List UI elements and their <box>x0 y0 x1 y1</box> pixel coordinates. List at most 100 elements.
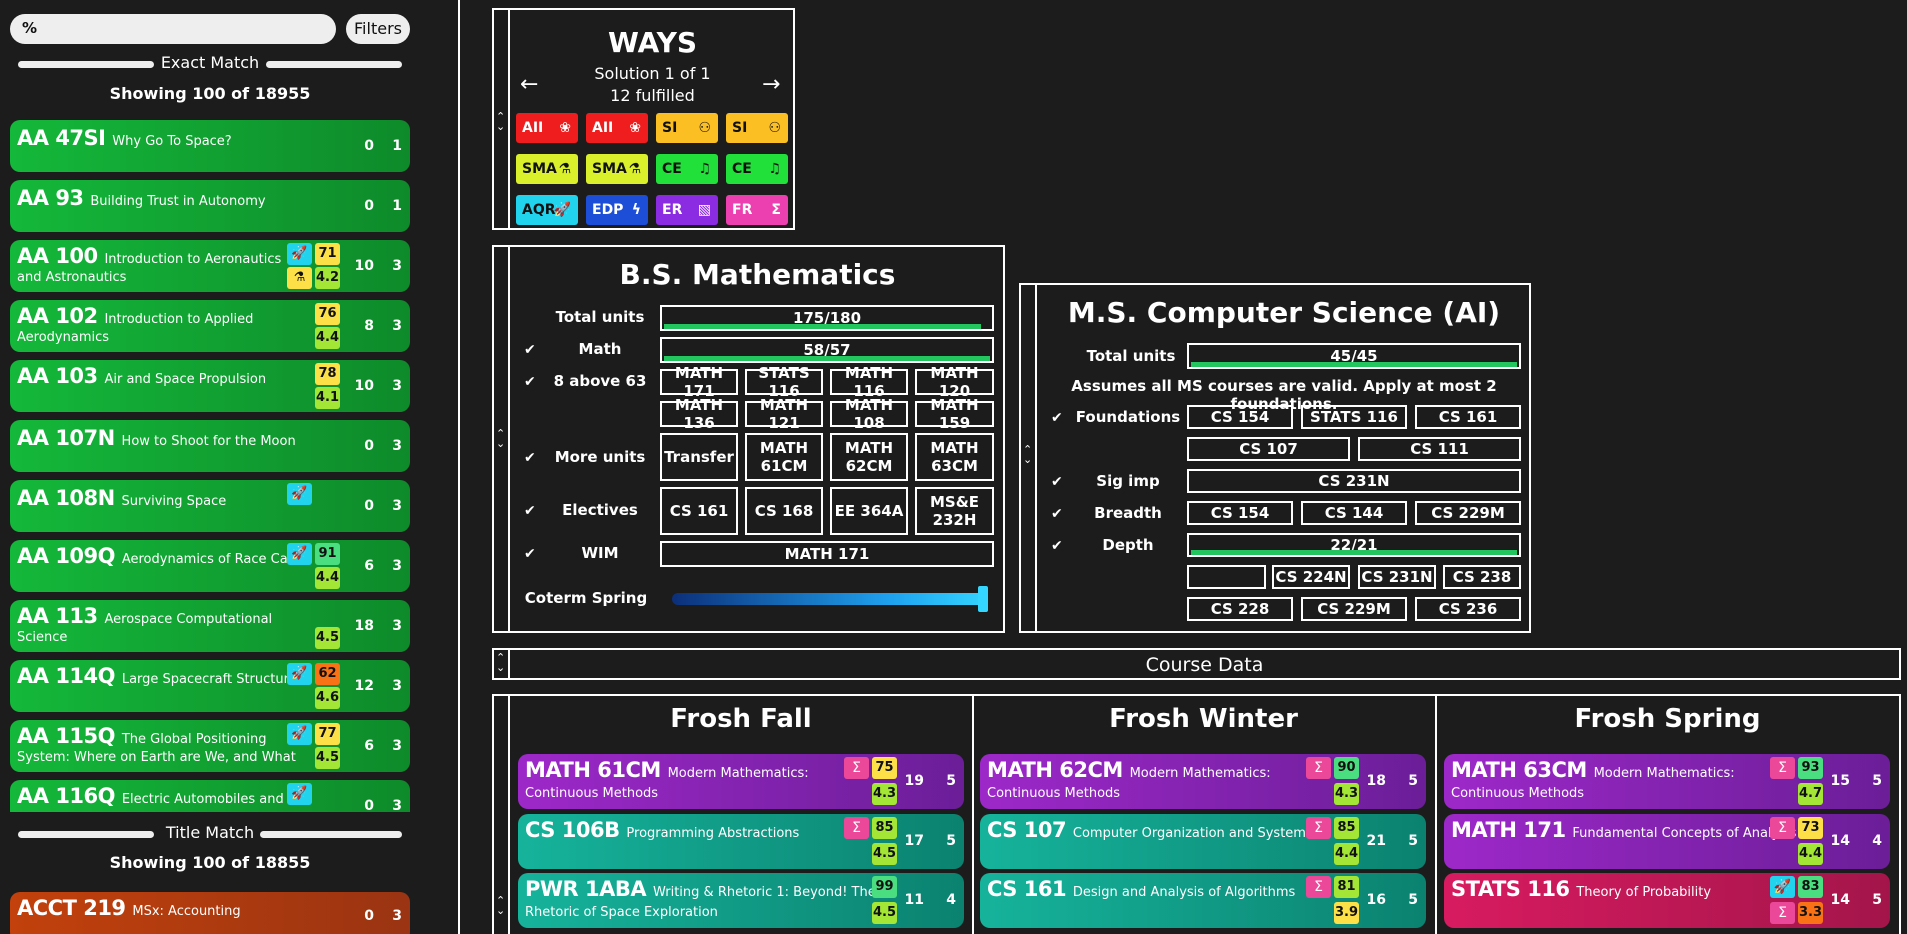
course-slot[interactable]: Transfer <box>660 433 738 481</box>
collapse-chevron-icon[interactable]: ⌃ ⌄ <box>496 111 505 132</box>
course-slot[interactable]: CS 229M <box>1415 501 1521 525</box>
course-card-aa47si[interactable]: AA 47SI Why Go To Space? 0 1 <box>10 120 410 172</box>
prev-arrow-icon[interactable]: ← <box>520 72 538 97</box>
course-slot[interactable]: MATH 159 <box>915 396 994 432</box>
plan-course-card[interactable]: MATH 171 Fundamental Concepts of Analysi… <box>1444 814 1890 869</box>
ways-badge[interactable]: AQR 🚀 <box>516 195 578 225</box>
course-num: 6 <box>364 558 374 574</box>
course-card-aa102[interactable]: AA 102 Introduction to Applied Aerodynam… <box>10 300 410 352</box>
above-63-label: 8 above 63 <box>553 372 647 390</box>
ways-badge[interactable]: ER ▧ <box>656 195 718 225</box>
coterm-slider-track[interactable] <box>672 593 988 605</box>
course-slot[interactable]: CS 161 <box>1415 405 1521 429</box>
course-card-aa116q[interactable]: AA 116Q Electric Automobiles and 🚀 0 3 <box>10 780 410 812</box>
course-slot-empty[interactable] <box>1187 565 1266 589</box>
plan-course-card[interactable]: PWR 1ABA Writing & Rhetoric 1: Beyond! T… <box>518 873 964 928</box>
ways-badge[interactable]: SI ⚇ <box>726 113 788 143</box>
sigma-icon: Σ <box>1770 817 1795 839</box>
course-slot[interactable]: MS&E 232H <box>915 487 994 535</box>
course-code: PWR 1ABA <box>525 877 647 901</box>
ways-badge[interactable]: EDP ϟ <box>586 195 648 225</box>
plan-course-card[interactable]: CS 161 Design and Analysis of Algorithms… <box>980 873 1426 928</box>
score-badge: 83 <box>1798 876 1823 898</box>
course-slot[interactable]: CS 228 <box>1187 597 1293 621</box>
collapse-chevron-icon[interactable]: ⌃ ⌄ <box>1023 444 1032 465</box>
course-card-aa93[interactable]: AA 93 Building Trust in Autonomy 0 1 <box>10 180 410 232</box>
course-slot[interactable]: MATH 62CM <box>830 433 908 481</box>
course-slot[interactable]: CS 111 <box>1358 437 1521 461</box>
rocket-icon: 🚀 <box>287 483 312 505</box>
course-slot[interactable]: CS 161 <box>660 487 738 535</box>
course-slot[interactable]: MATH 108 <box>830 396 908 432</box>
course-card-aa108n[interactable]: AA 108N Surviving Space 🚀 0 3 <box>10 480 410 532</box>
coterm-slider-thumb[interactable] <box>978 586 988 612</box>
score-badge: 71 <box>315 243 340 265</box>
ways-badge[interactable]: FR Σ <box>726 195 788 225</box>
sig-imp-label: Sig imp <box>1096 472 1160 490</box>
course-list[interactable]: AA 47SI Why Go To Space? 0 1 AA 93 Build… <box>10 120 410 812</box>
course-slot[interactable]: CS 231N <box>1187 469 1521 493</box>
course-card-aa107n[interactable]: AA 107N How to Shoot for the Moon 0 3 <box>10 420 410 472</box>
course-slot[interactable]: MATH 171 <box>660 364 738 400</box>
course-card-aa115q[interactable]: AA 115Q The Global Positioning System: W… <box>10 720 410 772</box>
course-title-line2: Science <box>17 630 68 645</box>
course-slot[interactable]: CS 154 <box>1187 405 1293 429</box>
course-slot[interactable]: CS 168 <box>745 487 823 535</box>
plan-course-card[interactable]: CS 106B Programming Abstractions Σ 85 4.5 17… <box>518 814 964 869</box>
rocket-icon: 🚀 <box>287 723 312 745</box>
course-slot[interactable]: MATH 171 <box>660 541 994 567</box>
course-slot[interactable]: CS 229M <box>1301 597 1407 621</box>
course-card-aa113[interactable]: AA 113 Aerospace Computational Science 4… <box>10 600 410 652</box>
course-slot[interactable]: EE 364A <box>830 487 908 535</box>
rating-badge: 3.9 <box>1334 902 1359 924</box>
course-num: 18 <box>1366 773 1386 789</box>
course-slot[interactable]: CS 236 <box>1415 597 1521 621</box>
ways-badge[interactable]: AII ❀ <box>516 113 578 143</box>
course-slot[interactable]: CS 238 <box>1443 565 1521 589</box>
next-arrow-icon[interactable]: → <box>762 72 780 97</box>
plan-course-card[interactable]: MATH 63CM Modern Mathematics: Continuous … <box>1444 754 1890 809</box>
course-slot[interactable]: CS 107 <box>1187 437 1350 461</box>
course-slot[interactable]: CS 154 <box>1187 501 1293 525</box>
course-slot[interactable]: MATH 116 <box>830 364 908 400</box>
filters-button[interactable]: Filters <box>346 14 410 44</box>
course-slot[interactable]: MATH 63CM <box>915 433 994 481</box>
course-code: AA 103 <box>17 364 98 388</box>
collapse-chevron-icon[interactable]: ⌃ ⌄ <box>496 895 505 916</box>
course-slot[interactable]: MATH 121 <box>745 396 823 432</box>
course-card-aa109q[interactable]: AA 109Q Aerodynamics of Race Cars 🚀 91 4… <box>10 540 410 592</box>
plan-course-card[interactable]: MATH 61CM Modern Mathematics: Continuous … <box>518 754 964 809</box>
course-units: 5 <box>1408 892 1418 908</box>
search-input[interactable]: % <box>10 14 336 44</box>
course-slot[interactable]: CS 144 <box>1301 501 1407 525</box>
course-data-bar[interactable]: ⌃ ⌄ Course Data <box>492 648 1901 680</box>
score-badge: 93 <box>1798 757 1823 779</box>
ways-badge[interactable]: SMA ⚗ <box>586 154 648 184</box>
plan-course-card[interactable]: CS 107 Computer Organization and Systems… <box>980 814 1426 869</box>
course-slot[interactable]: CS 224N <box>1272 565 1350 589</box>
plan-course-card[interactable]: MATH 62CM Modern Mathematics: Continuous … <box>980 754 1426 809</box>
ways-badge[interactable]: SI ⚇ <box>656 113 718 143</box>
ways-badge[interactable]: CE ♫ <box>726 154 788 184</box>
course-card-aa100[interactable]: AA 100 Introduction to Aeronautics and A… <box>10 240 410 292</box>
course-slot[interactable]: STATS 116 <box>745 364 823 400</box>
rocket-icon: 🚀 <box>287 663 312 685</box>
ways-badge[interactable]: SMA ⚗ <box>516 154 578 184</box>
course-slot[interactable]: MATH 120 <box>915 364 994 400</box>
ways-badge[interactable]: CE ♫ <box>656 154 718 184</box>
course-slot[interactable]: MATH 61CM <box>745 433 823 481</box>
course-card-acct219[interactable]: ACCT 219 MSx: Accounting 0 3 <box>10 892 410 934</box>
score-badge: 99 <box>872 876 897 898</box>
course-slot[interactable]: MATH 136 <box>660 396 738 432</box>
course-slot[interactable]: CS 231N <box>1358 565 1436 589</box>
plan-course-card[interactable]: STATS 116 Theory of Probability 🚀 Σ 83 3.3 14… <box>1444 873 1890 928</box>
ways-badge[interactable]: AII ❀ <box>586 113 648 143</box>
course-card-aa114q[interactable]: AA 114Q Large Spacecraft Structures 🚀 62… <box>10 660 410 712</box>
collapse-chevron-icon[interactable]: ⌃ ⌄ <box>496 428 505 449</box>
course-num: 12 <box>354 678 374 694</box>
course-title: Air and Space Propulsion <box>104 372 267 387</box>
expand-chevron-icon[interactable]: ⌃ ⌄ <box>496 652 505 673</box>
ways-badge-label: AII <box>522 120 544 136</box>
course-slot[interactable]: STATS 116 <box>1301 405 1407 429</box>
course-card-aa103[interactable]: AA 103 Air and Space Propulsion 78 4.1 1… <box>10 360 410 412</box>
